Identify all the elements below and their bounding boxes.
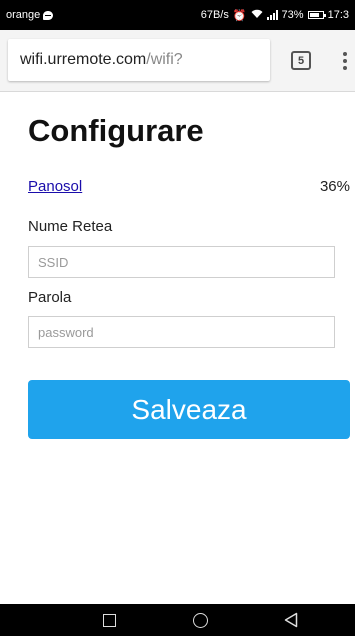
home-icon[interactable]	[193, 613, 208, 628]
status-bar: orange 67B/s ⏰ 73% 17:3	[0, 0, 355, 30]
battery-icon	[307, 11, 326, 19]
ssid-input[interactable]	[28, 246, 335, 278]
clock: 17:3	[327, 9, 349, 21]
wifi-icon	[251, 9, 263, 22]
browser-toolbar: wifi.urremote.com/wifi? 5	[0, 30, 355, 92]
status-indicators: 67B/s ⏰ 73% 17:3	[201, 9, 349, 22]
battery-percent: 73%	[281, 9, 304, 21]
password-label: Parola	[28, 289, 72, 306]
network-row: Panosol 36%	[28, 178, 350, 198]
navigation-bar	[0, 604, 355, 636]
password-input[interactable]	[28, 316, 335, 348]
page-title: Configurare	[28, 113, 204, 148]
back-icon[interactable]	[284, 612, 298, 633]
url-host: wifi.urremote.com	[20, 51, 147, 68]
network-signal-strength: 36%	[319, 178, 350, 195]
save-button[interactable]: Salveaza	[28, 380, 350, 439]
ssid-label: Nume Retea	[28, 218, 113, 235]
network-link[interactable]: Panosol	[28, 178, 82, 195]
tab-switcher-button[interactable]: 5	[291, 51, 311, 70]
signal-icon	[266, 10, 278, 20]
message-icon	[43, 10, 54, 20]
carrier-info: orange	[6, 9, 54, 21]
recents-icon[interactable]	[103, 614, 116, 627]
url-field[interactable]: wifi.urremote.com/wifi?	[8, 39, 270, 81]
more-vertical-icon[interactable]	[340, 50, 350, 72]
alarm-icon: ⏰	[232, 9, 247, 22]
carrier-name: orange	[6, 9, 41, 21]
network-speed: 67B/s	[200, 9, 229, 21]
url-path: /wifi?	[146, 51, 183, 68]
